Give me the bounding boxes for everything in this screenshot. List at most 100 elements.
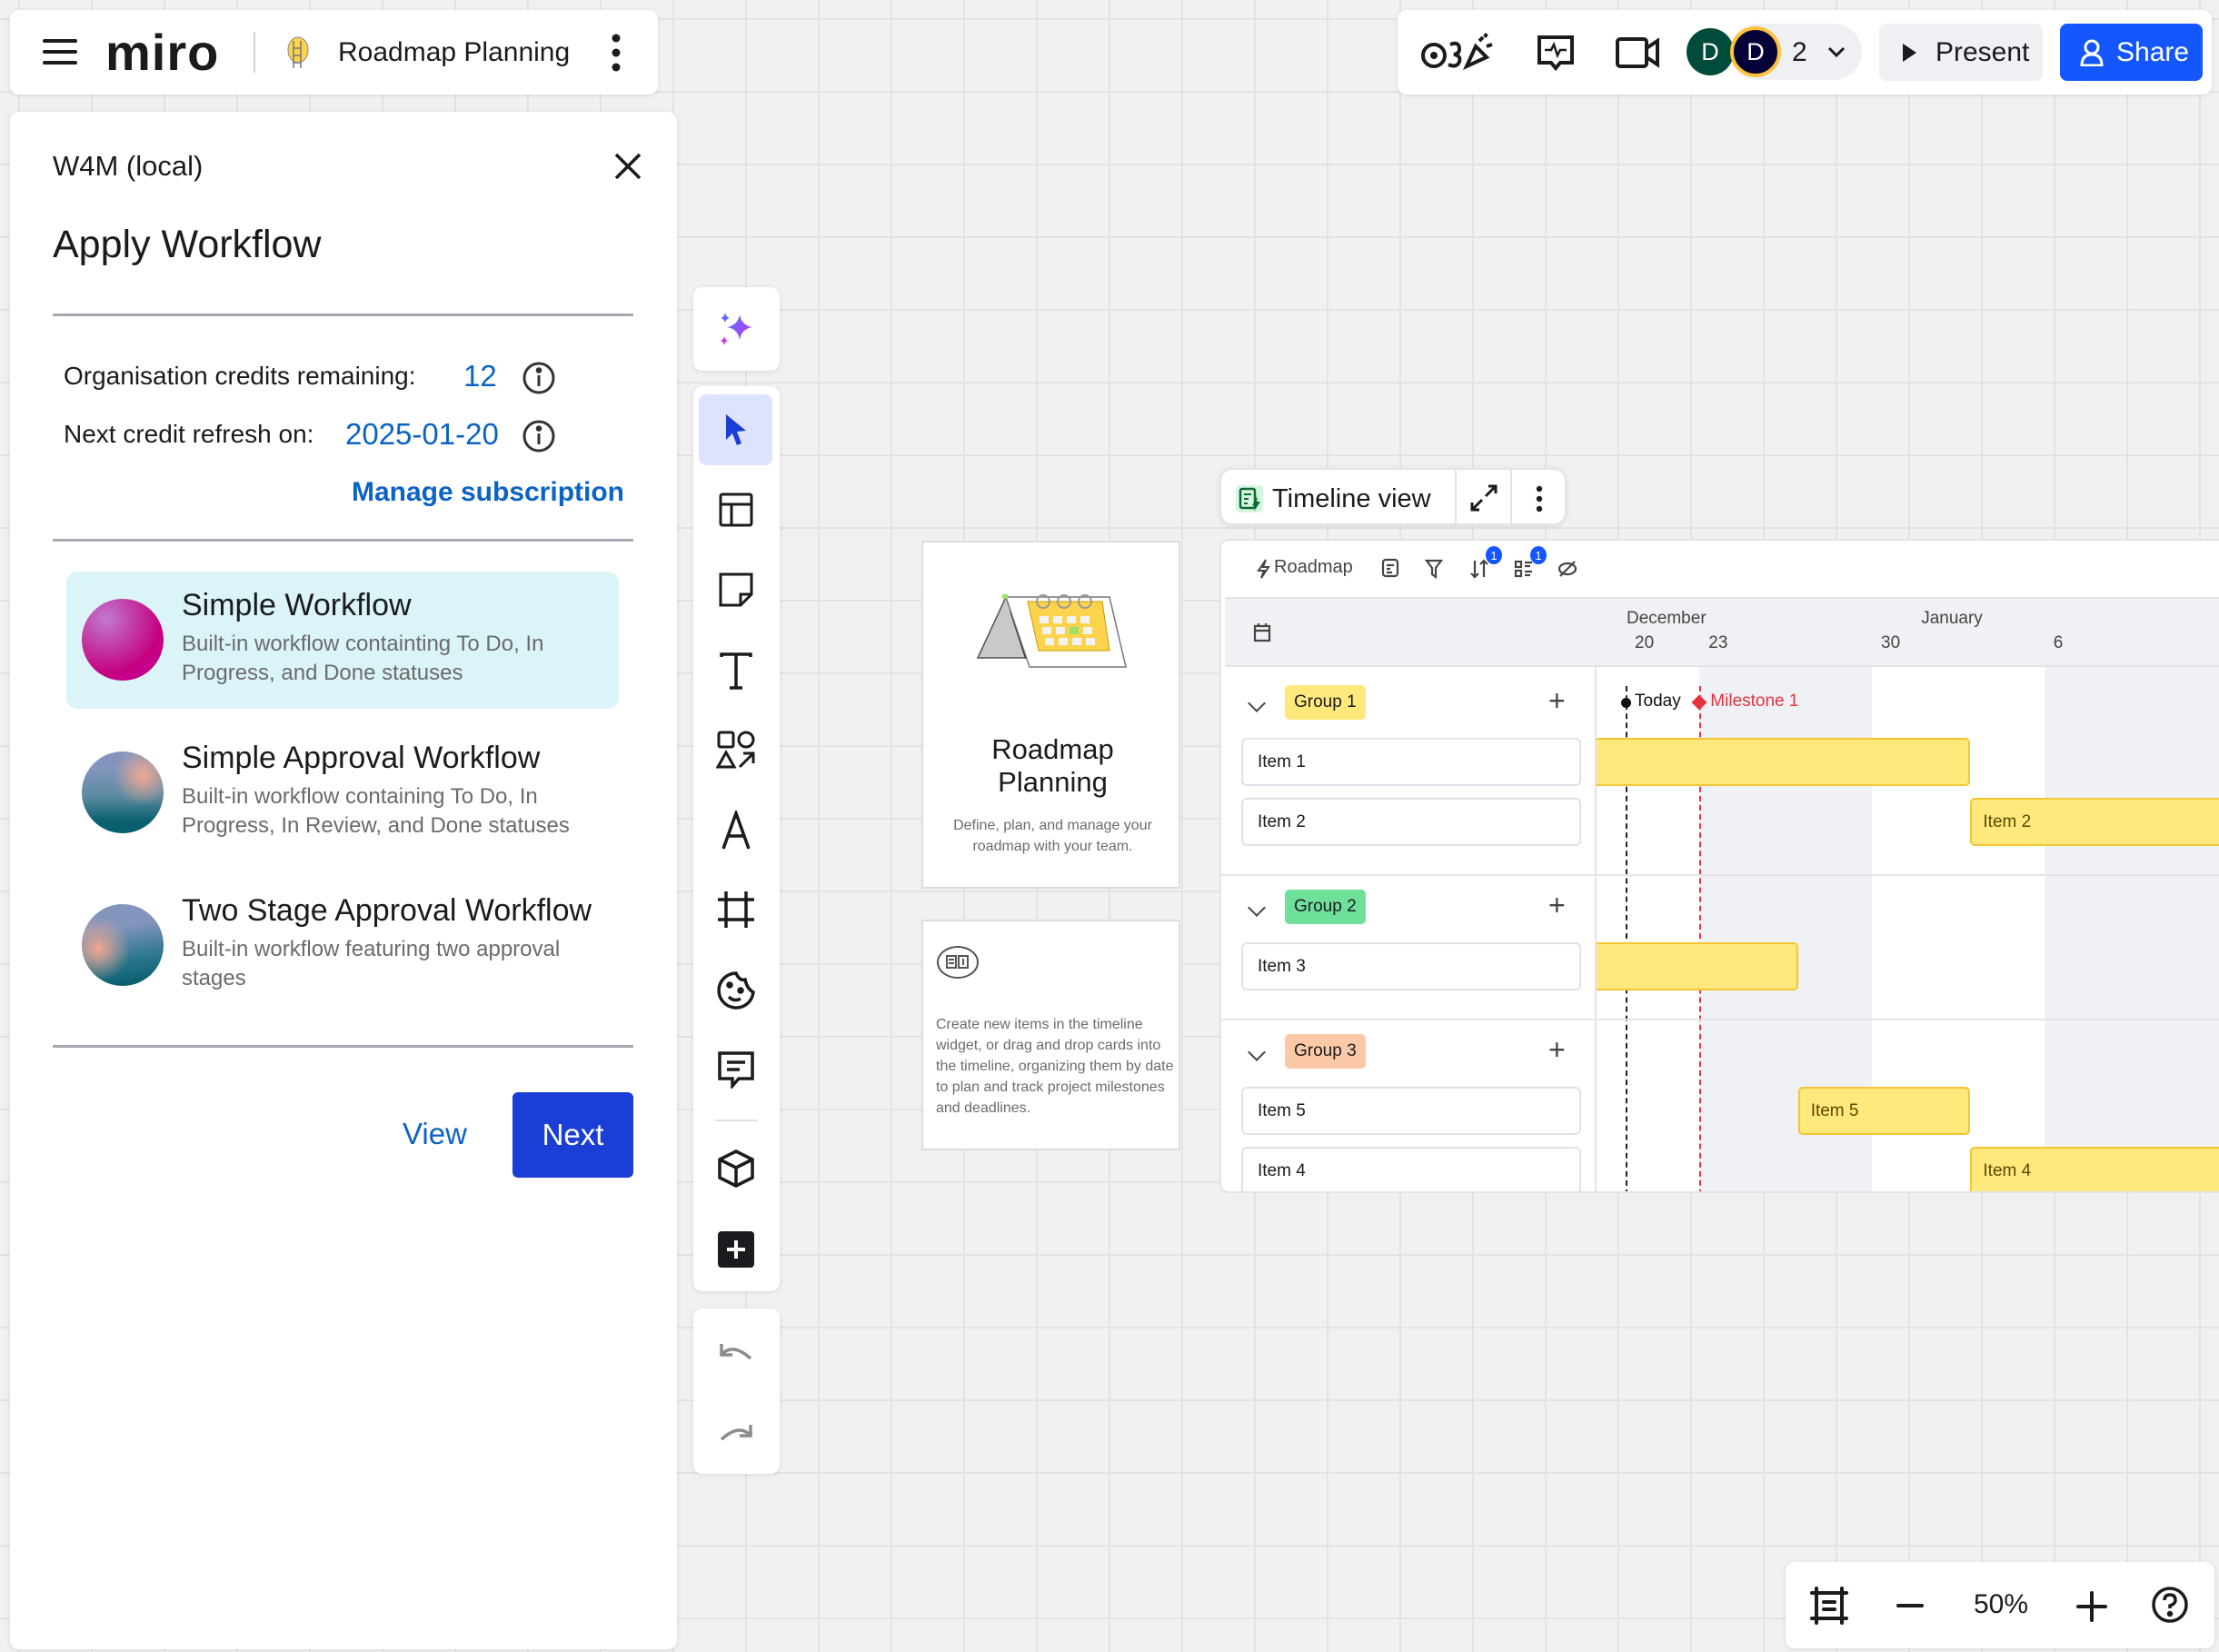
date-tick: 23 [1708, 633, 1728, 652]
reactions-icon[interactable] [1419, 32, 1499, 74]
group-divider [1221, 1019, 2219, 1020]
kebab-icon[interactable] [612, 34, 621, 72]
column-divider [1595, 667, 1597, 1191]
group-badge[interactable]: Group 3 [1285, 1034, 1366, 1069]
hamburger-icon[interactable] [43, 37, 77, 66]
frame-icon[interactable] [699, 874, 772, 945]
workflow-option-two-stage-approval[interactable]: Two Stage Approval Workflow Built-in wor… [66, 877, 619, 1014]
pen-icon[interactable] [699, 795, 772, 866]
manage-subscription-link[interactable]: Manage subscription [352, 477, 624, 508]
chevron-down-icon[interactable] [1248, 694, 1266, 712]
workflow-option-simple-approval[interactable]: Simple Approval Workflow Built-in workfl… [66, 724, 619, 861]
workflow-description: Built-in workflow containting To Do, In … [182, 632, 544, 685]
zoom-level[interactable]: 50% [1974, 1589, 2028, 1620]
divider [53, 539, 633, 542]
timeline-bar[interactable]: Item 2 [1970, 798, 2219, 846]
zoom-out-icon[interactable] [1896, 1603, 1924, 1608]
timeline-widget[interactable]: Roadmap 1 1 December January 20 23 30 6 Today M… [1219, 539, 2219, 1193]
workflow-option-simple[interactable]: Simple Workflow Built-in workflow contai… [66, 572, 619, 709]
add-item-icon[interactable]: + [1548, 686, 1566, 715]
kebab-icon[interactable] [1536, 485, 1543, 513]
card-title: Roadmap Planning [991, 733, 1114, 798]
chevron-down-icon[interactable] [1248, 899, 1266, 917]
templates-icon[interactable] [699, 474, 772, 545]
board-title[interactable]: Roadmap Planning [338, 37, 570, 68]
date-tick: 30 [1881, 633, 1901, 652]
text-icon[interactable] [699, 635, 772, 706]
video-camera-icon[interactable] [1616, 37, 1659, 68]
undo-icon[interactable] [699, 1317, 772, 1388]
sort-icon[interactable] [1469, 559, 1489, 579]
workflow-description: Built-in workflow featuring two approval… [182, 937, 561, 990]
miro-logo[interactable]: miro [105, 23, 219, 82]
group-badge[interactable]: Group 2 [1285, 890, 1366, 924]
workflow-title: Simple Approval Workflow [182, 741, 541, 775]
avatar[interactable]: D [1687, 28, 1734, 75]
month-label: January [1921, 609, 1983, 628]
next-button[interactable]: Next [512, 1092, 633, 1178]
more-apps-button[interactable] [699, 1214, 772, 1285]
item-row[interactable]: Item 1 [1241, 738, 1581, 786]
add-item-icon[interactable]: + [1548, 1035, 1566, 1064]
group-by-icon[interactable] [1514, 559, 1534, 579]
instructions-card[interactable]: Create new items in the timeline widget,… [921, 920, 1180, 1150]
timeline-bar[interactable] [1597, 942, 1798, 990]
hide-icon[interactable] [1557, 559, 1577, 579]
lightning-icon [1257, 559, 1270, 579]
item-row[interactable]: Item 5 [1241, 1087, 1581, 1135]
timeline-bar[interactable] [1597, 738, 1971, 786]
timeline-bar[interactable]: Item 5 [1797, 1087, 1971, 1135]
today-label: Today [1635, 692, 1681, 711]
zoom-in-icon[interactable] [2076, 1591, 2107, 1622]
info-icon[interactable] [522, 361, 556, 395]
play-icon [1903, 43, 1916, 62]
filter-icon[interactable] [1425, 559, 1443, 579]
fit-to-screen-icon[interactable] [1809, 1586, 1849, 1626]
add-item-icon[interactable]: + [1548, 891, 1566, 920]
ai-sparkle-icon[interactable] [699, 294, 772, 364]
share-button[interactable]: Share [2060, 24, 2203, 81]
view-button[interactable]: View [403, 1117, 467, 1151]
expand-icon[interactable] [1470, 484, 1498, 512]
collaborator-count[interactable]: 2 [1792, 37, 1807, 68]
sticky-note-icon[interactable] [699, 554, 772, 625]
week-shade [2044, 667, 2219, 1191]
chevron-down-icon[interactable] [1827, 46, 1846, 59]
shapes-icon[interactable] [699, 714, 772, 785]
present-button[interactable]: Present [1879, 24, 2043, 81]
item-row[interactable]: Item 4 [1241, 1147, 1581, 1191]
timeline-toolbar: Roadmap 1 1 [1221, 541, 2219, 595]
template-cover-card[interactable]: Roadmap Planning Define, plan, and manag… [921, 541, 1180, 889]
timeline-bar[interactable]: Item 4 [1970, 1147, 2219, 1191]
card-view-icon[interactable] [1381, 558, 1399, 578]
month-label: December [1627, 609, 1707, 628]
redo-icon[interactable] [699, 1398, 772, 1468]
help-icon[interactable] [2151, 1586, 2189, 1624]
calendar-icon[interactable] [1253, 622, 1271, 642]
share-label: Share [2116, 36, 2190, 67]
milestone-label[interactable]: Milestone 1 [1710, 692, 1798, 712]
divider [53, 1045, 633, 1048]
user-icon [2080, 39, 2104, 66]
info-icon[interactable] [522, 419, 556, 453]
avatar-current-user[interactable]: D [1730, 26, 1781, 77]
chevron-down-icon[interactable] [1248, 1043, 1266, 1061]
workflow-description: Built-in workflow containing To Do, In P… [182, 784, 570, 838]
group-badge[interactable]: Group 1 [1285, 685, 1366, 720]
sort-badge: 1 [1486, 546, 1502, 564]
divider [53, 313, 633, 316]
card-subtitle: Define, plan, and manage your roadmap wi… [953, 818, 1152, 854]
3d-apps-icon[interactable] [699, 1133, 772, 1204]
plus-square-icon [717, 1231, 754, 1268]
stickers-icon[interactable] [699, 955, 772, 1026]
select-tool[interactable] [699, 394, 772, 465]
zoom-controls: 50% [1786, 1562, 2214, 1648]
comment-icon[interactable] [699, 1034, 772, 1105]
source-label[interactable]: Roadmap [1274, 557, 1353, 578]
timeline-view-label[interactable]: Timeline view [1272, 484, 1431, 514]
item-row[interactable]: Item 3 [1241, 942, 1581, 990]
item-row[interactable]: Item 2 [1241, 798, 1581, 846]
activity-icon[interactable] [1536, 34, 1576, 74]
close-icon[interactable] [613, 152, 642, 181]
next-label: Next [542, 1118, 604, 1151]
